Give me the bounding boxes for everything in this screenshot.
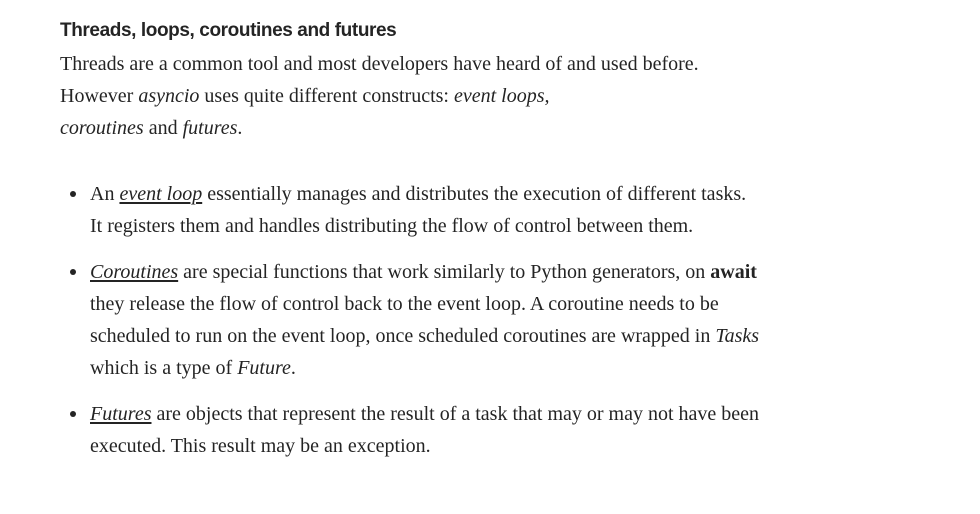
- tasks-emphasis: Tasks: [715, 325, 760, 347]
- list-text: .: [290, 357, 296, 379]
- list-item-coroutines: Coroutines are special functions that wo…: [60, 256, 760, 384]
- list-text: are special functions that work similarl…: [178, 261, 711, 283]
- intro-text: uses quite different constructs:: [199, 85, 454, 107]
- coroutines-link[interactable]: Coroutines: [90, 261, 178, 283]
- article-section: Threads, loops, coroutines and futures T…: [60, 18, 760, 476]
- await-keyword: await: [710, 261, 757, 283]
- intro-paragraph: Threads are a common tool and most devel…: [60, 48, 760, 144]
- list-item-futures: Futures are objects that represent the r…: [60, 398, 760, 462]
- list-text: which is a type of: [90, 357, 238, 379]
- future-emphasis: Future: [237, 357, 291, 379]
- section-heading: Threads, loops, coroutines and futures: [60, 20, 397, 41]
- list-text: An: [90, 183, 120, 205]
- intro-text: and: [143, 117, 183, 139]
- intro-emphasis-event-loops: event loops,: [453, 85, 550, 107]
- intro-emphasis-asyncio: asyncio: [138, 85, 200, 107]
- intro-text: .: [237, 117, 243, 139]
- intro-emphasis-coroutines: coroutines: [60, 117, 144, 139]
- bullet-icon: [70, 411, 76, 417]
- concept-list: An event loop essentially manages and di…: [60, 178, 760, 462]
- event-loop-link[interactable]: event loop: [119, 183, 202, 205]
- intro-emphasis-futures: futures: [182, 117, 238, 139]
- futures-link[interactable]: Futures: [90, 403, 151, 425]
- bullet-icon: [70, 269, 76, 275]
- list-item-event-loop: An event loop essentially manages and di…: [60, 178, 760, 242]
- list-text: they release the flow of control back to…: [90, 293, 719, 347]
- list-text: are objects that represent the result of…: [90, 403, 760, 457]
- bullet-icon: [70, 191, 76, 197]
